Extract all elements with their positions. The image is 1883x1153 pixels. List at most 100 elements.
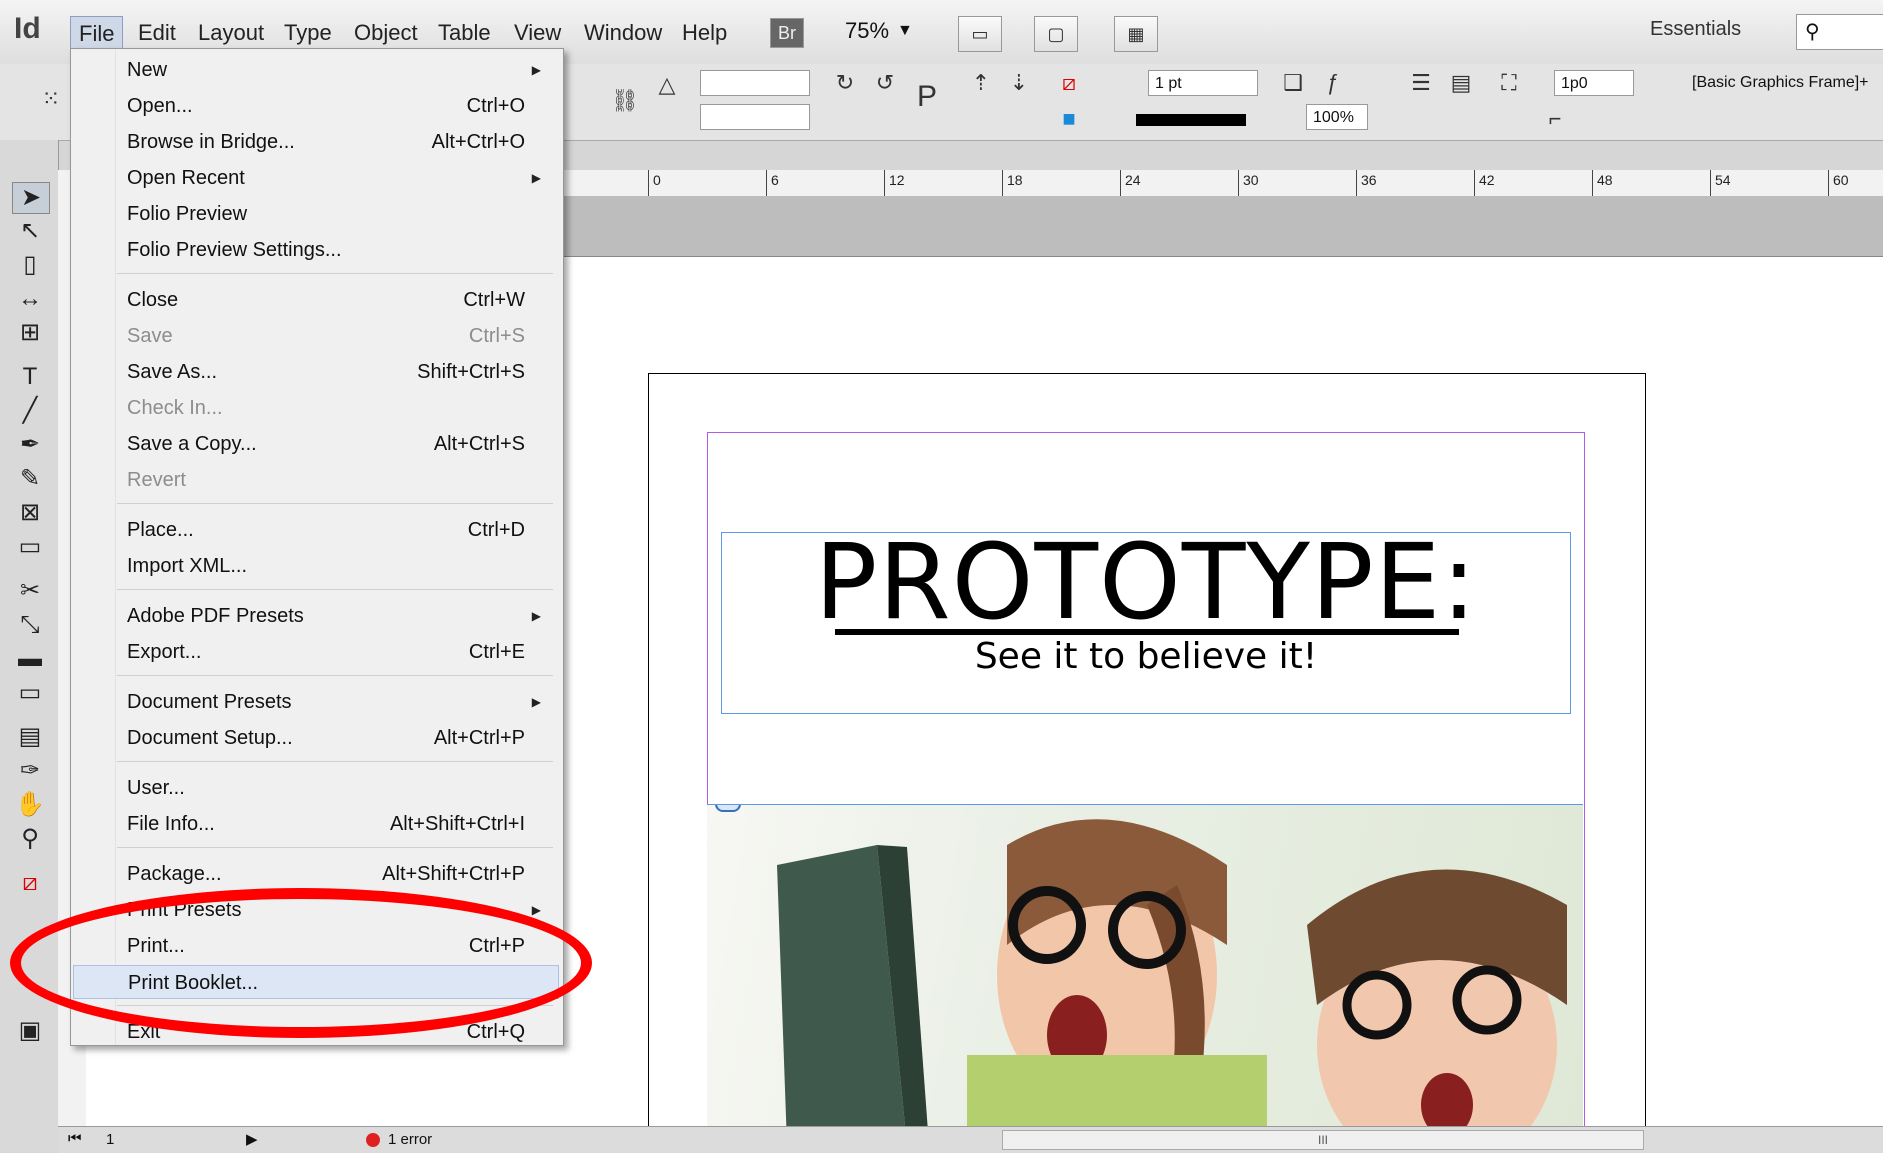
select-container-icon[interactable]: ⇡: [966, 68, 996, 98]
preflight-error-icon[interactable]: [366, 1133, 380, 1147]
menu-item-browse-in-bridge[interactable]: Browse in Bridge... Alt+Ctrl+O: [73, 125, 559, 159]
menu-item-export[interactable]: Export... Ctrl+E: [73, 635, 559, 669]
subheadline-text[interactable]: See it to believe it!: [722, 636, 1570, 677]
note-tool-icon[interactable]: ▤: [12, 722, 48, 752]
zoom-dropdown-icon[interactable]: ▼: [897, 22, 913, 40]
menu-table[interactable]: Table: [430, 16, 499, 50]
line-tool-icon[interactable]: ╱: [12, 396, 48, 426]
rotation-angle-field[interactable]: [700, 70, 810, 96]
menu-window[interactable]: Window: [576, 16, 670, 50]
gap-tool-icon[interactable]: ↔: [12, 284, 48, 314]
workspace-switcher[interactable]: Essentials: [1650, 18, 1741, 41]
menu-item-document-presets[interactable]: Document Presets ▶: [73, 685, 559, 719]
menu-object[interactable]: Object: [346, 16, 426, 50]
horizontal-scrollbar[interactable]: III: [1002, 1130, 1644, 1150]
menu-item-open-recent[interactable]: Open Recent ▶: [73, 161, 559, 195]
scrollbar-grip: III: [1317, 1133, 1328, 1147]
menu-item-save-a-copy[interactable]: Save a Copy... Alt+Ctrl+S: [73, 427, 559, 461]
rotate-ccw-icon[interactable]: ↺: [870, 68, 900, 98]
submenu-arrow-icon: ▶: [531, 609, 541, 623]
menu-item-close[interactable]: Close Ctrl+W: [73, 283, 559, 317]
select-content-icon[interactable]: ⇣: [1004, 68, 1034, 98]
pencil-tool-icon[interactable]: ✎: [12, 464, 48, 494]
rotate-cw-icon[interactable]: ↻: [830, 68, 860, 98]
drop-shadow-icon[interactable]: ❑: [1278, 68, 1308, 98]
menu-item-label: Place...: [127, 519, 194, 541]
content-collector-icon[interactable]: ⊞: [12, 318, 48, 348]
first-page-icon[interactable]: ⏮: [68, 1130, 82, 1147]
fill-none-icon[interactable]: ⧄: [1054, 68, 1084, 98]
page-number-field[interactable]: 1: [106, 1131, 114, 1148]
placed-image-frame[interactable]: [707, 804, 1583, 1134]
menu-help[interactable]: Help: [674, 16, 735, 50]
stroke-swatch-icon[interactable]: ■: [1054, 104, 1084, 134]
fitting-icon[interactable]: ⛶: [1494, 68, 1524, 98]
menu-view[interactable]: View: [506, 16, 569, 50]
headline-underline: [835, 629, 1459, 635]
menu-item-new[interactable]: New ▶: [73, 53, 559, 87]
preflight-status[interactable]: 1 error: [388, 1131, 432, 1148]
rectangle-tool-icon[interactable]: ▭: [12, 532, 48, 562]
selection-tool-icon[interactable]: ➤: [12, 182, 50, 214]
placed-photo: [777, 819, 1567, 1134]
menu-item-user[interactable]: User...: [73, 771, 559, 805]
eyedropper-tool-icon[interactable]: ✑: [12, 756, 48, 786]
direct-selection-tool-icon[interactable]: ↖: [12, 216, 48, 246]
ruler-label: 0: [653, 172, 661, 188]
opacity-field[interactable]: 100%: [1306, 104, 1368, 130]
arrange-documents-icon[interactable]: ▦: [1114, 16, 1158, 52]
zoom-tool-icon[interactable]: ⚲: [12, 824, 48, 854]
menu-item-import-xml[interactable]: Import XML...: [73, 549, 559, 583]
view-options-icon[interactable]: ▭: [958, 16, 1002, 52]
pen-tool-icon[interactable]: ✒: [12, 430, 48, 460]
menu-type[interactable]: Type: [276, 16, 340, 50]
hand-tool-icon[interactable]: ✋: [12, 790, 48, 820]
text-wrap-icon[interactable]: ☰: [1406, 68, 1436, 98]
stroke-weight-field[interactable]: 1 pt: [1148, 70, 1258, 96]
headline-text[interactable]: PROTOTYPE:: [722, 521, 1570, 643]
menu-item-package[interactable]: Package... Alt+Shift+Ctrl+P: [73, 857, 559, 891]
menu-item-place[interactable]: Place... Ctrl+D: [73, 513, 559, 547]
menu-item-folio-preview[interactable]: Folio Preview: [73, 197, 559, 231]
menu-layout[interactable]: Layout: [190, 16, 272, 50]
scissors-tool-icon[interactable]: ✂: [12, 576, 48, 606]
menu-edit[interactable]: Edit: [130, 16, 184, 50]
gradient-feather-tool-icon[interactable]: ▭: [12, 678, 48, 708]
effects-fx-icon[interactable]: ƒ: [1318, 68, 1348, 98]
corner-shape-icon[interactable]: ⌐: [1540, 104, 1570, 134]
menu-item-folio-preview-settings[interactable]: Folio Preview Settings...: [73, 233, 559, 267]
fill-stroke-icon[interactable]: ⧄: [12, 868, 48, 898]
bridge-button[interactable]: Br: [770, 18, 804, 48]
title-text-frame[interactable]: PROTOTYPE: See it to believe it!: [721, 521, 1571, 714]
free-transform-tool-icon[interactable]: ⤡: [12, 610, 48, 640]
offset-field[interactable]: 1p0: [1554, 70, 1634, 96]
menu-item-adobe-pdf-presets[interactable]: Adobe PDF Presets ▶: [73, 599, 559, 633]
gradient-swatch-tool-icon[interactable]: ▬: [12, 644, 48, 674]
document-page[interactable]: PROTOTYPE: See it to believe it!: [648, 373, 1646, 1135]
link-badge-icon[interactable]: [715, 805, 741, 812]
menu-item-label: Browse in Bridge...: [127, 131, 295, 153]
menu-item-save-as[interactable]: Save As... Shift+Ctrl+S: [73, 355, 559, 389]
highlight-annotation: [10, 888, 592, 1038]
shear-angle-field[interactable]: [700, 104, 810, 130]
menu-file[interactable]: File: [70, 16, 124, 52]
align-frame-icon[interactable]: ▤: [1446, 68, 1476, 98]
reference-point-icon[interactable]: ⁙: [36, 84, 66, 114]
rectangle-frame-tool-icon[interactable]: ⊠: [12, 498, 48, 528]
submenu-arrow-icon: ▶: [531, 63, 541, 77]
object-style-field[interactable]: [Basic Graphics Frame]+: [1686, 70, 1880, 96]
screen-mode-tool-icon[interactable]: ▣: [12, 1016, 48, 1046]
search-field[interactable]: ⚲: [1796, 14, 1883, 50]
menu-item-save: Save Ctrl+S: [73, 319, 559, 353]
stroke-type-swatch[interactable]: [1136, 114, 1246, 126]
screen-mode-icon[interactable]: ▢: [1034, 16, 1078, 52]
type-tool-icon[interactable]: T: [12, 362, 48, 392]
menu-item-shortcut: Ctrl+O: [466, 95, 525, 117]
zoom-level[interactable]: 75%: [845, 18, 889, 44]
menu-item-file-info[interactable]: File Info... Alt+Shift+Ctrl+I: [73, 807, 559, 841]
page-tool-icon[interactable]: ▯: [12, 250, 48, 280]
menu-item-document-setup[interactable]: Document Setup... Alt+Ctrl+P: [73, 721, 559, 755]
constrain-proportions-icon[interactable]: ⛓: [610, 86, 640, 116]
menu-item-open[interactable]: Open... Ctrl+O: [73, 89, 559, 123]
next-page-icon[interactable]: ▶: [246, 1130, 258, 1148]
